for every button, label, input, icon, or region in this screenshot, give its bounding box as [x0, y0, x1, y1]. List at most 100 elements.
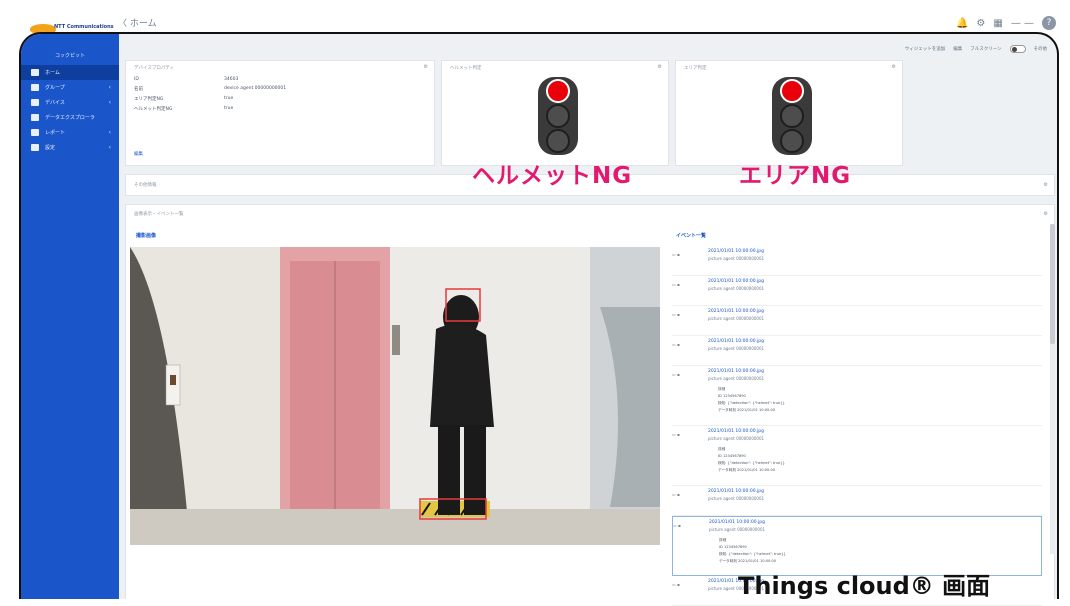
expand-icon[interactable]: ⚙: [1044, 182, 1048, 188]
card-menu-icon[interactable]: ⚙: [892, 64, 896, 70]
user-icon[interactable]: — —: [1011, 18, 1034, 29]
add-widget-button[interactable]: ウィジェットを追加: [905, 46, 946, 52]
sidebar-item-0[interactable]: ホーム: [21, 65, 119, 80]
event-row[interactable]: ▭ ▪ 2021/01/01 10:00:00.jpg picture agent …: [672, 336, 1042, 366]
event-detail-line: ID 1234567890: [718, 454, 746, 458]
event-camera-icon: ▭ ▪: [672, 582, 680, 587]
event-image-link[interactable]: 2021/01/01 10:00:00.jpg: [708, 279, 764, 284]
event-detail-line: データ時刻 2021/01/01 10:00:00: [718, 408, 776, 412]
property-list: ID 34603 名前 device agent 00000000001 エリア判定NG…: [126, 75, 434, 114]
notifications-icon[interactable]: 🔔: [956, 18, 968, 29]
event-row[interactable]: ▭ ▪ 2021/01/01 10:00:00.jpg picture agent …: [672, 366, 1042, 426]
traffic-light-icon: [538, 77, 578, 155]
helmet-ng-label: ヘルメットNG: [472, 163, 633, 189]
event-image-link[interactable]: 2021/01/01 10:00:00.jpg: [708, 429, 764, 434]
settings-icon: [31, 144, 39, 151]
event-detail-line: 検知: {"detection": {"helmet": true}}: [718, 401, 785, 405]
event-source: picture agent 00000000001: [708, 496, 765, 501]
event-image-link[interactable]: 2021/01/01 10:00:00.jpg: [708, 339, 764, 344]
event-detail-line: 詳細: [719, 538, 727, 542]
property-value: true: [224, 96, 234, 101]
edit-properties-link[interactable]: 編集: [134, 151, 143, 157]
event-row[interactable]: ▭ ▪ 2021/01/01 10:00:00.jpg picture agent …: [672, 276, 1042, 306]
sidebar-item-label: データエクスプローラ: [45, 115, 95, 121]
events-scrollbar[interactable]: [1050, 224, 1055, 554]
event-camera-icon: ▭ ▪: [672, 432, 680, 437]
event-image-link[interactable]: 2021/01/01 10:00:00.jpg: [708, 309, 764, 314]
sidebar-item-label: グループ: [45, 85, 65, 91]
chevron-icon: ‹: [108, 144, 111, 151]
yellow-lamp: [546, 104, 570, 128]
event-detail-line: データ時刻 2021/01/01 10:00:00: [718, 468, 776, 472]
edit-button[interactable]: 編集: [953, 46, 962, 52]
theme-toggle[interactable]: [1009, 45, 1026, 53]
property-key: ID: [134, 77, 139, 82]
card-menu-icon[interactable]: ⚙: [658, 64, 662, 70]
property-row: ID 34603: [126, 75, 434, 84]
area-status-card: エリア判定 ⚙: [675, 60, 903, 166]
sidebar-title: コックピット: [54, 53, 85, 59]
device-properties-card: デバイスプロパティ ⚙ ID 34603 名前 device agent 000000…: [125, 60, 435, 166]
red-lamp: [546, 79, 570, 103]
card-menu-icon[interactable]: ⚙: [424, 64, 428, 70]
more-menu-button[interactable]: その他: [1034, 46, 1048, 52]
traffic-light-icon: [772, 77, 812, 155]
event-source: picture agent 00000000001: [708, 376, 765, 381]
red-lamp: [780, 79, 804, 103]
folder-icon: [31, 84, 39, 91]
event-row[interactable]: ▭ ▪ 2021/01/01 10:00:00.jpg picture agent …: [672, 426, 1042, 486]
event-image-link[interactable]: 2021/01/01 10:00:00.jpg: [709, 520, 765, 525]
camera-photo[interactable]: [130, 247, 660, 545]
apps-icon[interactable]: ▦: [993, 18, 1002, 29]
green-lamp: [780, 129, 804, 153]
property-row: エリア判定NG true: [126, 94, 434, 104]
scrollbar-thumb[interactable]: [1050, 224, 1055, 344]
panel-title: 画像表示・イベント一覧: [134, 212, 184, 217]
logo-text: NTT Communications: [54, 24, 114, 30]
panel-menu-icon[interactable]: ⚙: [1044, 211, 1048, 217]
event-detail-line: 検知: {"detection": {"helmet": true}}: [719, 552, 786, 556]
event-source: picture agent 00000000001: [708, 286, 765, 291]
event-camera-icon: ▭ ▪: [672, 252, 680, 257]
events-title: イベント一覧: [676, 233, 707, 239]
sidebar-item-5[interactable]: 設定 ‹: [21, 140, 119, 155]
home-icon: [31, 69, 39, 76]
photo-title: 撮影画像: [136, 233, 157, 239]
event-camera-icon: ▭ ▪: [672, 342, 680, 347]
event-detail-line: 検知: {"detection": {"helmet": true}}: [718, 461, 785, 465]
help-icon[interactable]: ?: [1042, 16, 1056, 30]
sidebar-item-1[interactable]: グループ ‹: [21, 80, 119, 95]
sidebar-item-label: 設定: [45, 145, 56, 151]
report-icon: [31, 129, 39, 136]
helmet-status-card: ヘルメット判定 ⚙: [441, 60, 669, 166]
event-detail-line: ID 1234567890: [719, 545, 747, 549]
sidebar-item-4[interactable]: レポート ‹: [21, 125, 119, 140]
event-row[interactable]: ▭ ▪ 2021/01/01 10:00:00.jpg picture agent …: [672, 486, 1042, 516]
property-value: true: [224, 106, 234, 111]
sidebar-item-3[interactable]: データエクスプローラ: [21, 110, 119, 125]
event-image-link[interactable]: 2021/01/01 10:00:00.jpg: [708, 249, 764, 254]
settings-icon[interactable]: ⚙: [976, 18, 985, 29]
event-camera-icon: ▭ ▪: [672, 282, 680, 287]
event-row[interactable]: ▭ ▪ 2021/01/01 10:00:00.jpg picture agent …: [672, 246, 1042, 276]
event-source: picture agent 00000000001: [708, 256, 765, 261]
event-image-link[interactable]: 2021/01/01 10:00:00.jpg: [708, 369, 764, 374]
event-camera-icon: ▭ ▪: [672, 312, 680, 317]
sidebar-item-label: ホーム: [45, 70, 60, 76]
breadcrumb[interactable]: 〈 ホーム: [118, 16, 157, 29]
sidebar-item-2[interactable]: デバイス ‹: [21, 95, 119, 110]
photo-illustration: [130, 247, 660, 545]
chart-icon: [31, 114, 39, 121]
chevron-icon: ‹: [108, 84, 111, 91]
event-image-link[interactable]: 2021/01/01 10:00:00.jpg: [708, 489, 764, 494]
event-source: picture agent 00000000001: [708, 346, 765, 351]
event-row[interactable]: ▭ ▪ 2021/01/01 10:00:00.jpg picture agent …: [672, 306, 1042, 336]
property-row: 名前 device agent 00000000001: [126, 84, 434, 94]
card-title: エリア判定: [684, 66, 707, 71]
green-lamp: [546, 129, 570, 153]
card-title: デバイスプロパティ: [134, 66, 175, 71]
top-icons: 🔔 ⚙ ▦ — — ?: [956, 16, 1056, 30]
area-ng-label: エリアNG: [739, 163, 852, 189]
property-key: エリア判定NG: [134, 97, 164, 102]
fullscreen-button[interactable]: フルスクリーン: [970, 46, 1001, 52]
